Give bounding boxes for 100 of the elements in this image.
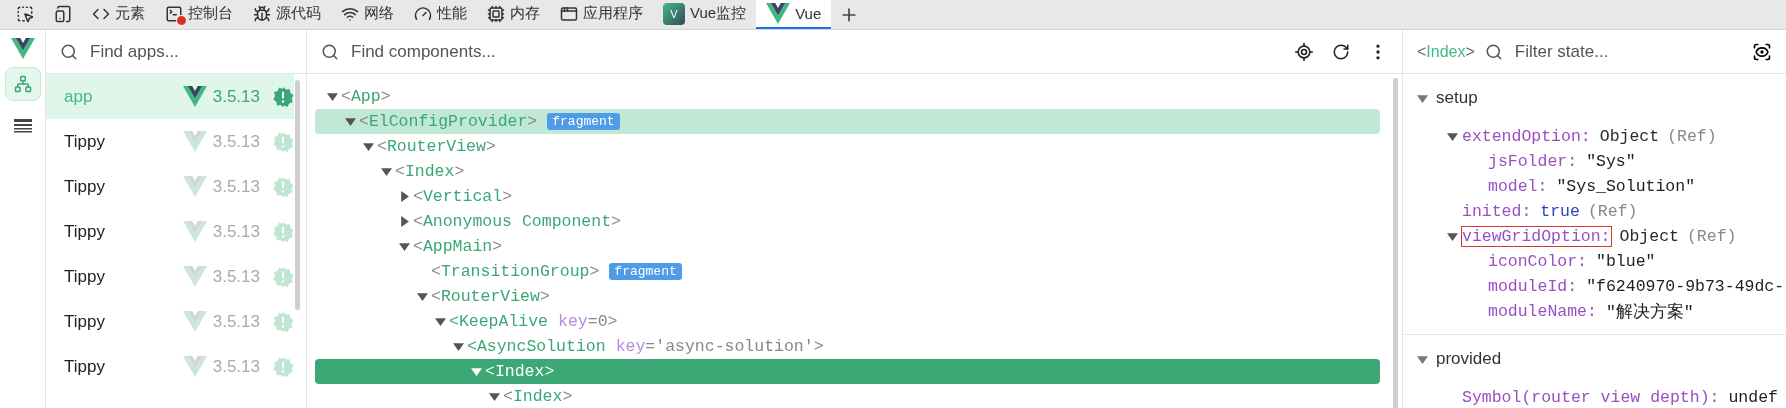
terminal-icon: [165, 4, 183, 23]
state-key: extendOption:: [1461, 126, 1592, 147]
search-field[interactable]: Find apps...: [88, 40, 292, 63]
caret-right-icon[interactable]: [398, 191, 410, 202]
component-name: <Vertical>: [413, 187, 513, 206]
search-icon: [60, 42, 78, 61]
tree-row[interactable]: <Index>: [315, 159, 1380, 184]
devtools-tab[interactable]: 控制台: [155, 0, 243, 29]
window-icon: [560, 4, 578, 23]
caret-down-icon[interactable]: [380, 166, 392, 177]
state-value: "f6240970-9b73-49dc-: [1586, 277, 1785, 296]
vue-logo-icon: [182, 356, 207, 377]
key-attribute: key='async-solution': [615, 337, 814, 356]
vue-logo-icon: [182, 311, 207, 332]
app-item[interactable]: Tippy 3.5.13: [46, 164, 294, 209]
warning-icon: [272, 355, 294, 378]
vue-logo-icon: [182, 86, 207, 107]
component-name: <Index>: [395, 162, 465, 181]
refresh-icon[interactable]: [1332, 42, 1350, 61]
vue-logo-icon: [182, 176, 207, 197]
caret-down-icon[interactable]: [434, 316, 446, 327]
tree-row[interactable]: <App>: [315, 84, 1380, 109]
state-key: inited:: [1461, 201, 1533, 222]
warning-icon: [272, 265, 294, 288]
caret-down-icon[interactable]: [416, 291, 428, 302]
search-icon: [1484, 42, 1503, 61]
tree-row[interactable]: <RouterView>: [315, 284, 1380, 309]
warning-icon: [272, 175, 294, 198]
scrollbar[interactable]: [1393, 78, 1398, 408]
caret-down-icon[interactable]: [326, 91, 338, 102]
state-key: iconColor:: [1487, 251, 1589, 272]
state-value: true: [1540, 202, 1580, 221]
component-name: <Anonymous Component>: [413, 212, 621, 231]
ref-label: (Ref): [1686, 227, 1737, 246]
app-item[interactable]: Tippy 3.5.13: [46, 209, 294, 254]
state-key: model:: [1487, 176, 1549, 197]
inspect-icon[interactable]: [16, 4, 34, 23]
vue-logo-icon: [182, 266, 207, 287]
component-name: <TransitionGroup>: [431, 262, 600, 281]
version-label: 3.5.13: [212, 221, 260, 242]
app-name: Tippy: [64, 221, 106, 242]
devtools-tab[interactable]: 元素: [82, 0, 155, 29]
devtools-tab[interactable]: 源代码: [243, 0, 331, 29]
warning-icon: [272, 85, 294, 108]
caret-down-icon[interactable]: [1417, 92, 1428, 104]
caret-down-icon[interactable]: [452, 341, 464, 352]
app-name: Tippy: [64, 356, 106, 377]
state-value: "blue": [1596, 252, 1656, 271]
tree-row[interactable]: <Vertical>: [315, 184, 1380, 209]
component-name: <App>: [341, 87, 391, 106]
app-name: Tippy: [64, 131, 106, 152]
tree-row[interactable]: <RouterView>: [315, 134, 1380, 159]
app-item[interactable]: Tippy 3.5.13: [46, 119, 294, 164]
caret-down-icon[interactable]: [1446, 231, 1458, 242]
app-item[interactable]: Tippy 3.5.13: [46, 344, 294, 389]
devtools-tab[interactable]: Vue: [756, 0, 832, 29]
target-icon[interactable]: [1294, 41, 1314, 62]
caret-right-icon[interactable]: [398, 216, 410, 227]
app-name: app: [64, 86, 94, 107]
version-label: 3.5.13: [212, 176, 260, 197]
devtools-tab[interactable]: 网络: [331, 0, 404, 29]
devtools-tab[interactable]: 内存: [477, 0, 550, 29]
devtools-tab[interactable]: V Vue监控: [653, 0, 757, 29]
vue-logo-icon: [766, 3, 791, 24]
tree-row[interactable]: <AppMain>: [315, 234, 1380, 259]
tag-end: >: [607, 312, 618, 331]
caret-down-icon[interactable]: [344, 116, 356, 127]
components-button[interactable]: [4, 67, 41, 101]
search-icon: [321, 42, 339, 61]
section-title: setup: [1436, 88, 1478, 108]
state-value: Object: [1619, 227, 1679, 246]
search-field[interactable]: Find components...: [349, 40, 1284, 63]
tree-row[interactable]: <KeepAlive key=0>: [315, 309, 1380, 334]
component-name: <AppMain>: [413, 237, 503, 256]
tree-row[interactable]: <Index>: [315, 384, 1380, 408]
section-title: provided: [1436, 349, 1502, 369]
tree-row[interactable]: <AsyncSolution key='async-solution'>: [315, 334, 1380, 359]
device-icon[interactable]: [54, 4, 72, 23]
tree-row[interactable]: <TransitionGroup> fragment: [315, 259, 1380, 284]
caret-down-icon[interactable]: [398, 241, 410, 252]
vue-logo-icon: [10, 38, 35, 59]
caret-down-icon[interactable]: [1446, 131, 1458, 142]
version-label: 3.5.13: [212, 86, 260, 107]
eye-icon[interactable]: [1752, 41, 1772, 62]
component-name: <RouterView>: [377, 137, 496, 156]
caret-down-icon[interactable]: [488, 391, 500, 402]
state-key: moduleId:: [1487, 276, 1579, 297]
scrollbar[interactable]: [295, 80, 300, 310]
search-field[interactable]: Filter state...: [1512, 40, 1742, 63]
tag-end: >: [813, 337, 824, 356]
vue-logo-icon: [182, 221, 207, 242]
app-item[interactable]: Tippy 3.5.13: [46, 254, 294, 299]
tree-row[interactable]: <Anonymous Component>: [315, 209, 1380, 234]
component-name: <Index>: [503, 387, 573, 406]
devtools-tab[interactable]: 应用程序: [550, 0, 653, 29]
app-item[interactable]: Tippy 3.5.13: [46, 299, 294, 344]
state-key: viewGridOption:: [1461, 226, 1612, 247]
caret-down-icon[interactable]: [1417, 353, 1428, 365]
caret-down-icon[interactable]: [362, 141, 374, 152]
devtools-tab[interactable]: 性能: [404, 0, 477, 29]
